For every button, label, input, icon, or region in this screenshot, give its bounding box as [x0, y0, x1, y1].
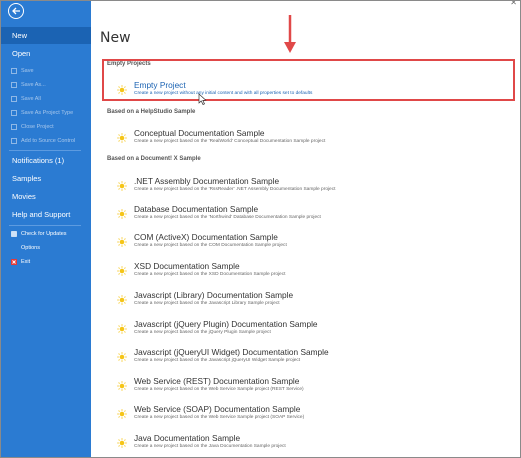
sun-icon — [117, 438, 127, 448]
list-item-soap[interactable]: Web Service (SOAP) Documentation Sample … — [107, 404, 507, 426]
sidebar-item-save-as[interactable]: Save As... — [1, 78, 91, 91]
close-icon — [11, 258, 17, 265]
sun-icon — [117, 266, 127, 276]
save-all-icon — [11, 95, 17, 102]
sun-icon — [117, 409, 127, 419]
sun-icon — [117, 209, 127, 219]
save-as-icon — [11, 81, 17, 88]
sidebar-item-label: Options — [21, 244, 40, 251]
sidebar-item-label: Add to Source Control — [21, 137, 76, 144]
item-description: Create a new project based on the Web Se… — [134, 415, 305, 420]
sidebar-item-movies[interactable]: Movies — [1, 189, 91, 204]
list-item-jquery-plugin[interactable]: Javascript (jQuery Plugin) Documentation… — [107, 319, 507, 341]
item-description: Create a new project based on the 'North… — [134, 215, 321, 220]
item-description: Create a new project based on the 'RealW… — [134, 139, 326, 144]
item-description: Create a new project based on the Web Se… — [134, 387, 304, 392]
back-arrow-icon[interactable] — [8, 3, 24, 19]
sidebar-item-open[interactable]: Open — [1, 46, 91, 61]
item-description: Create a new project based on the Javasc… — [134, 358, 301, 363]
sidebar-item-samples[interactable]: Samples — [1, 171, 91, 186]
update-icon — [11, 230, 17, 237]
item-title: .NET Assembly Documentation Sample — [134, 176, 280, 186]
item-description: Create a new project based on the COM Do… — [134, 243, 287, 248]
sidebar-item-label: Samples — [12, 174, 42, 183]
list-item-java[interactable]: Java Documentation Sample Create a new p… — [107, 433, 507, 455]
item-title: Javascript (jQuery Plugin) Documentation… — [134, 319, 318, 329]
sidebar-item-exit[interactable]: Exit — [1, 255, 91, 268]
sidebar-item-label: Save — [21, 67, 34, 74]
sidebar-item-label: Close Project — [21, 123, 54, 130]
sidebar-item-label: Movies — [12, 192, 36, 201]
item-title: Web Service (SOAP) Documentation Sample — [134, 404, 301, 414]
sidebar-item-label: Notifications (1) — [12, 156, 65, 165]
sidebar: New Open Save Save As... Save All Save A… — [1, 1, 91, 457]
item-title: XSD Documentation Sample — [134, 261, 240, 271]
sidebar-item-label: Save As... — [21, 81, 46, 88]
sidebar-item-label: Help and Support — [12, 210, 71, 219]
item-title: Database Documentation Sample — [134, 204, 259, 214]
sun-icon — [117, 295, 127, 305]
item-title: Web Service (REST) Documentation Sample — [134, 376, 300, 386]
sidebar-item-label: Check for Updates — [21, 230, 67, 237]
red-arrow-icon — [284, 15, 296, 53]
sidebar-item-add-to-source-control[interactable]: Add to Source Control — [1, 134, 91, 147]
highlight-box — [102, 59, 515, 101]
item-description: Create a new project based on the jQuery… — [134, 330, 271, 335]
save-as-project-type-icon — [11, 109, 17, 116]
close-project-icon — [11, 123, 17, 130]
list-item-xsd[interactable]: XSD Documentation Sample Create a new pr… — [107, 261, 507, 283]
item-title: Javascript (Library) Documentation Sampl… — [134, 290, 294, 300]
section-header-helpstudio: Based on a HelpStudio Sample — [107, 109, 196, 115]
item-title: Conceptual Documentation Sample — [134, 128, 265, 138]
list-item-conceptual[interactable]: Conceptual Documentation Sample Create a… — [107, 128, 507, 150]
sidebar-item-label: Open — [12, 49, 31, 58]
save-icon — [11, 67, 17, 74]
item-description: Create a new project based on the 'RssRe… — [134, 187, 336, 192]
sun-icon — [117, 237, 127, 247]
list-item-com[interactable]: COM (ActiveX) Documentation Sample Creat… — [107, 232, 507, 254]
sidebar-item-label: New — [12, 31, 28, 40]
list-item-database[interactable]: Database Documentation Sample Create a n… — [107, 204, 507, 226]
sidebar-item-save-as-project-type[interactable]: Save As Project Type — [1, 106, 91, 119]
divider — [9, 150, 81, 151]
item-title: COM (ActiveX) Documentation Sample — [134, 232, 278, 242]
sidebar-item-new[interactable]: New — [1, 27, 91, 44]
sidebar-item-notifications[interactable]: Notifications (1) — [1, 153, 91, 168]
list-item-javascript-library[interactable]: Javascript (Library) Documentation Sampl… — [107, 290, 507, 312]
sidebar-item-label: Save All — [21, 95, 41, 102]
sidebar-item-options[interactable]: Options — [1, 241, 91, 254]
mouse-cursor-icon — [198, 93, 207, 105]
sidebar-item-close-project[interactable]: Close Project — [1, 120, 91, 133]
sun-icon — [117, 324, 127, 334]
item-description: Create a new project based on the Javasc… — [134, 301, 280, 306]
item-description: Create a new project based on the Java D… — [134, 444, 286, 449]
page-title: New — [100, 30, 131, 46]
app-window: New Open Save Save As... Save All Save A… — [0, 0, 521, 458]
sun-icon — [117, 352, 127, 362]
sidebar-item-label: Exit — [21, 258, 31, 265]
list-item-rest[interactable]: Web Service (REST) Documentation Sample … — [107, 376, 507, 398]
item-title: Java Documentation Sample — [134, 433, 241, 443]
close-window-icon[interactable]: ✕ — [510, 1, 517, 7]
sidebar-item-help-and-support[interactable]: Help and Support — [1, 207, 91, 222]
sidebar-item-check-for-updates[interactable]: Check for Updates — [1, 227, 91, 240]
source-control-icon — [11, 137, 17, 144]
item-title: Javascript (jQueryUI Widget) Documentati… — [134, 347, 329, 357]
sun-icon — [117, 133, 127, 143]
sidebar-item-label: Save As Project Type — [21, 109, 74, 116]
sidebar-item-save[interactable]: Save — [1, 64, 91, 77]
list-item-jqueryui-widget[interactable]: Javascript (jQueryUI Widget) Documentati… — [107, 347, 507, 369]
sun-icon — [117, 381, 127, 391]
item-description: Create a new project based on the XSD Do… — [134, 272, 286, 277]
sidebar-item-save-all[interactable]: Save All — [1, 92, 91, 105]
section-header-documentx: Based on a Document! X Sample — [107, 156, 201, 162]
sun-icon — [117, 181, 127, 191]
list-item-dotnet-assembly[interactable]: .NET Assembly Documentation Sample Creat… — [107, 176, 507, 198]
divider — [9, 225, 81, 226]
